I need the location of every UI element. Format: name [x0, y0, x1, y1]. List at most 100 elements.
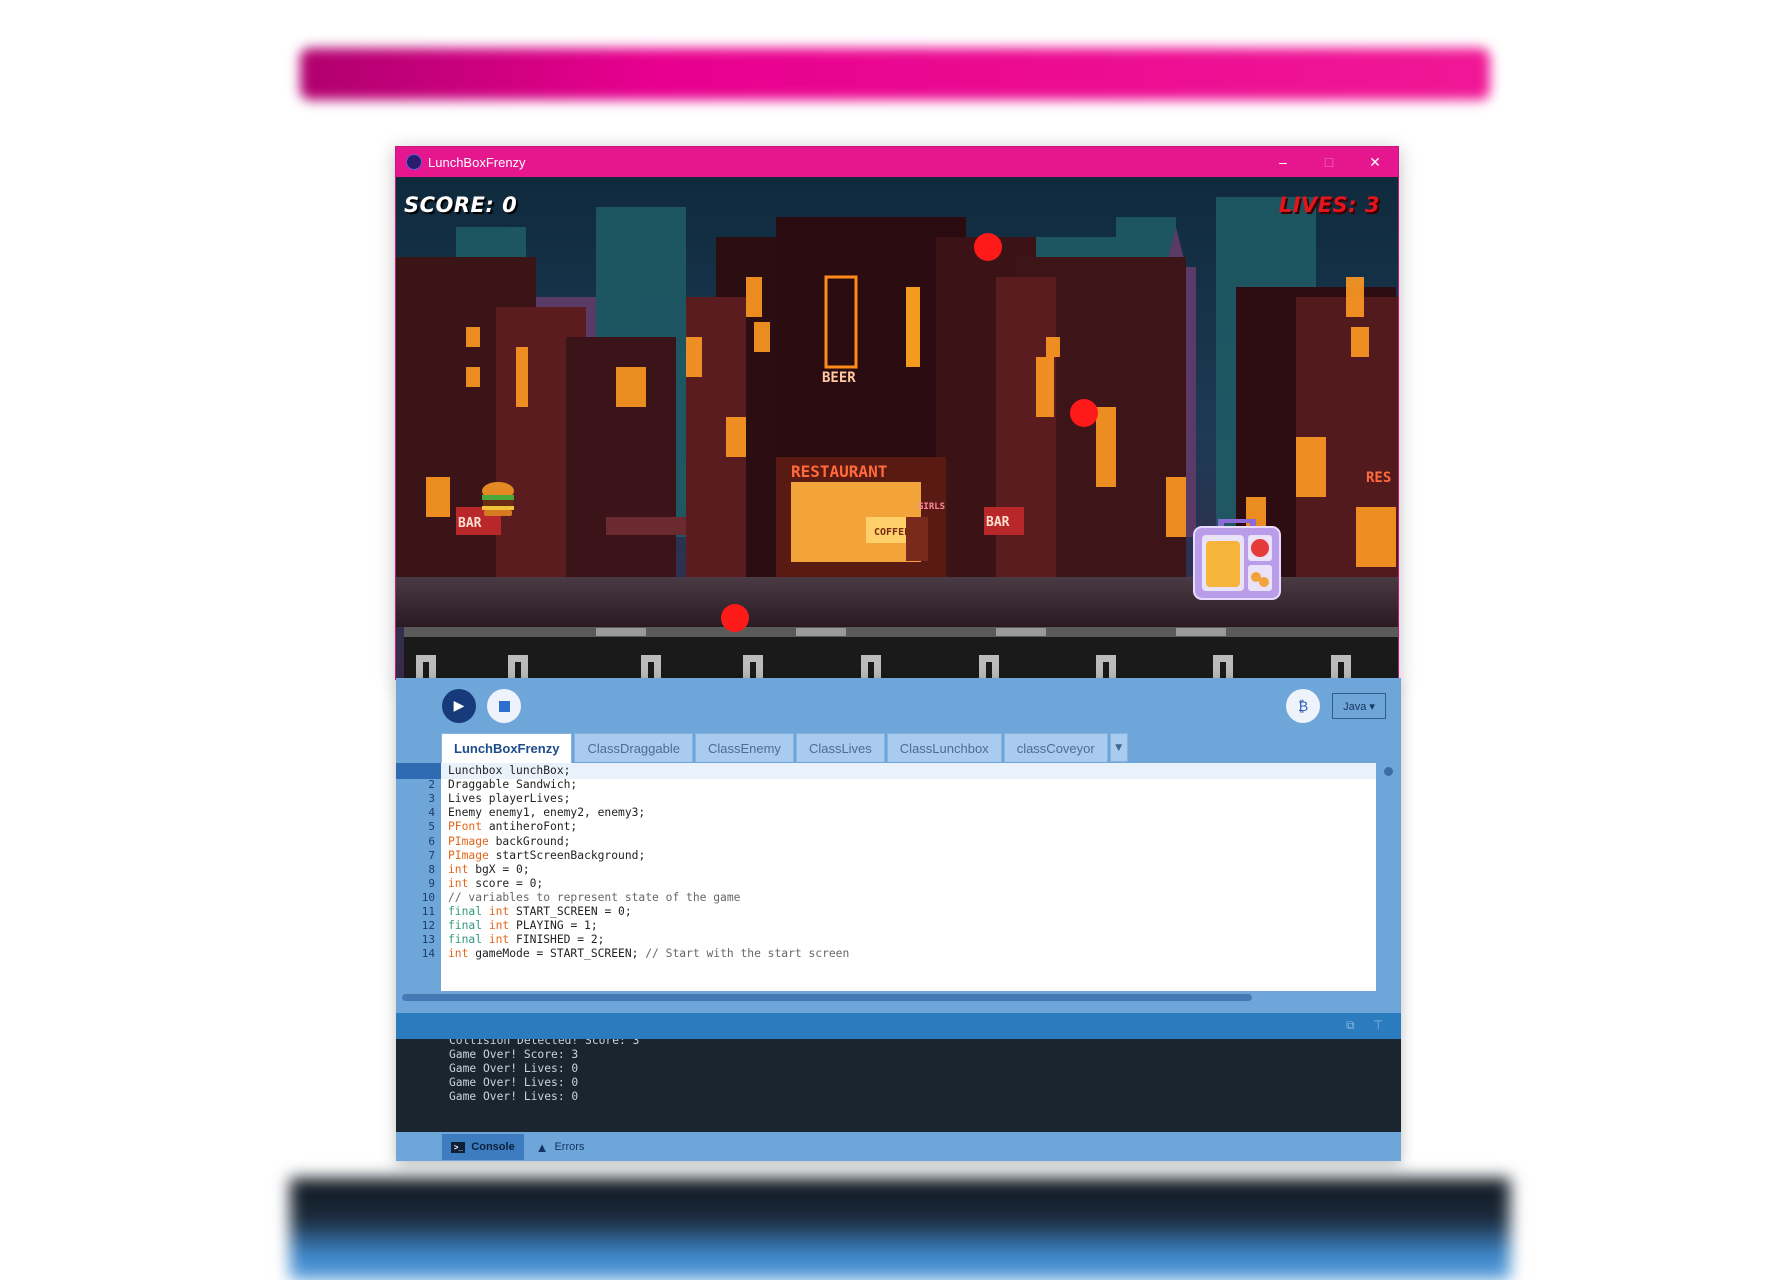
- clear-icon[interactable]: ⊤: [1373, 1018, 1387, 1032]
- terminal-icon: >_: [451, 1141, 466, 1153]
- lives-display: LIVES: 3: [1278, 193, 1380, 217]
- code-token: final: [448, 919, 483, 933]
- line-number: 11: [421, 905, 435, 918]
- code-line: Enemy enemy1, enemy2, enemy3;: [448, 806, 645, 819]
- stop-icon: [498, 700, 510, 712]
- ide-toolbar: ▶ ₿ Java ▾: [396, 678, 1401, 738]
- code-token: int: [488, 919, 510, 933]
- code-line: int score = 0;: [448, 877, 543, 890]
- code-token: PLAYING = 1;: [509, 919, 598, 933]
- horizontal-scrollbar[interactable]: [396, 991, 1401, 1004]
- sign-beer: BEER: [822, 370, 856, 386]
- code-token: PImage: [448, 848, 489, 862]
- background-window-titlebar: [300, 48, 1490, 100]
- code-token: backGround;: [488, 834, 571, 848]
- mode-selector[interactable]: Java ▾: [1332, 693, 1386, 719]
- tab-menu-button[interactable]: ▼: [1109, 733, 1128, 762]
- code-line: PFont antiheroFont;: [448, 820, 577, 833]
- console-output[interactable]: Collision Detected! Score: 3 Game Over! S…: [396, 1039, 1401, 1132]
- code-token: score = 0;: [468, 876, 544, 890]
- code-token: int: [488, 933, 510, 947]
- vertical-scrollbar[interactable]: [1376, 763, 1401, 991]
- code-editor[interactable]: 1234567891011121314 Lunchbox lunchBox;Dr…: [396, 763, 1376, 991]
- tab-classdraggable[interactable]: ClassDraggable: [574, 733, 693, 762]
- errors-tab-label: Errors: [554, 1141, 585, 1153]
- debugger-button[interactable]: ₿: [1286, 689, 1320, 723]
- sign-coffee: COFFEE: [874, 527, 910, 538]
- enemy-ball-1: [974, 233, 1002, 261]
- close-button[interactable]: ✕: [1352, 147, 1398, 177]
- code-line: final int START_SCREEN = 0;: [448, 905, 632, 918]
- console-line: Game Over! Lives: 0: [449, 1090, 579, 1104]
- sketch-tabs: LunchBoxFrenzy ClassDraggable ClassEnemy…: [441, 733, 1128, 763]
- window-title: LunchBoxFrenzy: [428, 154, 526, 170]
- console-tab[interactable]: >_ Console: [442, 1134, 524, 1160]
- tab-classenemy[interactable]: ClassEnemy: [694, 733, 794, 762]
- line-number: 14: [421, 947, 435, 961]
- code-line: Lunchbox lunchBox;: [448, 764, 570, 777]
- processing-ide: ▶ ₿ Java ▾ LunchBoxFrenzy ClassDraggable…: [396, 678, 1401, 1161]
- lunchbox-sprite: [1193, 519, 1281, 600]
- code-token: START_SCREEN = 0;: [509, 905, 632, 918]
- line-number: 10: [421, 890, 435, 904]
- tab-lunchboxfrenzy[interactable]: LunchBoxFrenzy: [441, 733, 573, 763]
- sign-bar-right: BAR: [986, 515, 1010, 530]
- sign-bar-left: BAR: [458, 516, 482, 531]
- sign-girls: GIRLS: [918, 502, 945, 512]
- code-line: Lives playerLives;: [448, 792, 570, 805]
- code-token: final: [448, 933, 483, 947]
- run-button[interactable]: ▶: [442, 689, 476, 723]
- enemy-ball-2: [1070, 399, 1098, 427]
- maximize-button[interactable]: □: [1306, 147, 1352, 177]
- minimize-button[interactable]: –: [1260, 147, 1306, 177]
- line-number: 9: [428, 876, 435, 890]
- code-line: // variables to represent state of the g…: [448, 891, 740, 904]
- game-scene: BEER RESTAURANT COFFEE GIRLS BAR BAR RES: [396, 177, 1398, 679]
- errors-tab[interactable]: ▲ Errors: [530, 1134, 590, 1160]
- sign-restaurant: RESTAURANT: [791, 462, 887, 481]
- enemy-ball-3: [721, 604, 749, 632]
- code-token: FINISHED = 2;: [509, 933, 605, 947]
- code-line: Draggable Sandwich;: [448, 778, 577, 791]
- code-token: startScreenBackground;: [488, 848, 646, 862]
- code-token: int: [448, 947, 469, 961]
- tab-classlunchbox[interactable]: ClassLunchbox: [886, 733, 1002, 762]
- code-token: Enemy enemy1, enemy2, enemy3;: [448, 806, 646, 820]
- debugger-icon: ₿: [1297, 698, 1309, 715]
- vertical-scroll-thumb[interactable]: [1384, 767, 1393, 776]
- game-canvas[interactable]: BEER RESTAURANT COFFEE GIRLS BAR BAR RES: [396, 177, 1398, 679]
- skybridge: [606, 517, 686, 535]
- code-line: int gameMode = START_SCREEN; // Start wi…: [448, 947, 849, 960]
- sign-res: RES: [1366, 470, 1391, 486]
- code-line: final int FINISHED = 2;: [448, 933, 604, 946]
- code-token: Lunchbox lunchBox;: [448, 764, 571, 777]
- line-number: 2: [428, 778, 435, 792]
- play-icon: ▶: [453, 698, 465, 714]
- window-titlebar[interactable]: LunchBoxFrenzy – □ ✕: [396, 147, 1398, 177]
- horizontal-scroll-thumb[interactable]: [402, 994, 1252, 1001]
- tab-classcoveyor[interactable]: classCoveyor: [1003, 733, 1108, 762]
- console-header: ⧉ ⊤: [396, 1013, 1401, 1039]
- code-token: PImage: [448, 834, 489, 848]
- line-number: 4: [428, 806, 435, 820]
- active-line-highlight: [441, 763, 1376, 779]
- tab-classlives[interactable]: ClassLives: [795, 733, 885, 762]
- code-token: Draggable Sandwich;: [448, 778, 578, 792]
- sandwich-sprite: [482, 482, 514, 516]
- code-token: PFont: [448, 820, 483, 834]
- line-number-gutter: 1234567891011121314: [396, 763, 441, 991]
- conveyor-belt: [404, 627, 1398, 679]
- stop-button[interactable]: [487, 689, 521, 723]
- code-token: antiheroFont;: [482, 820, 578, 834]
- code-token: gameMode = START_SCREEN;: [468, 947, 646, 961]
- console-line: Game Over! Lives: 0: [449, 1062, 579, 1076]
- line-number: 5: [428, 820, 435, 834]
- active-line-gutter: [396, 763, 441, 779]
- code-token: int: [488, 905, 510, 918]
- code-line: final int PLAYING = 1;: [448, 919, 598, 932]
- copy-icon[interactable]: ⧉: [1346, 1018, 1360, 1032]
- console-tab-label: Console: [471, 1141, 515, 1153]
